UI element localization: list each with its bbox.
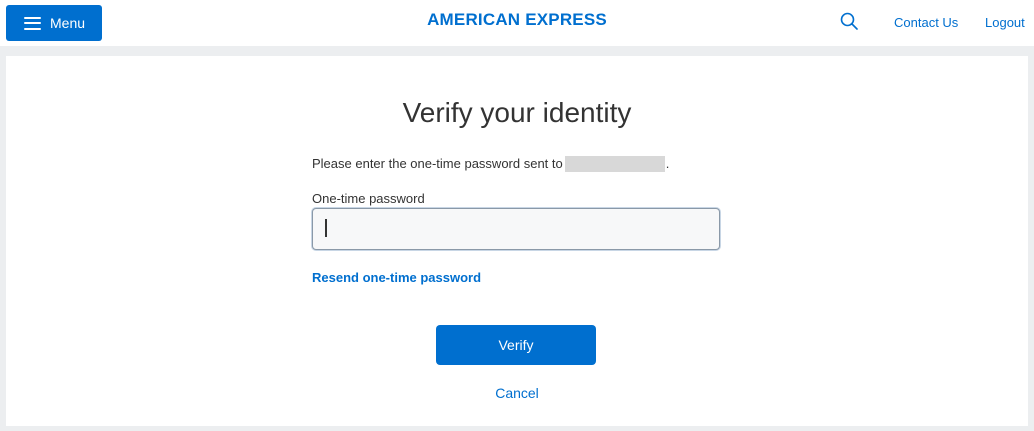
instruction-suffix: . (665, 156, 670, 171)
resend-otp-link[interactable]: Resend one-time password (312, 270, 481, 285)
verification-card: Verify your identity Please enter the on… (6, 56, 1028, 426)
verify-button[interactable]: Verify (436, 325, 596, 365)
search-icon[interactable] (840, 12, 858, 30)
logout-link[interactable]: Logout (985, 15, 1025, 30)
top-header: Menu AMERICAN EXPRESS Contact Us Logout (0, 0, 1034, 46)
american-express-logo: AMERICAN EXPRESS (427, 10, 607, 29)
contact-us-link[interactable]: Contact Us (894, 15, 958, 30)
instruction-text: Please enter the one-time password sent … (312, 156, 669, 172)
otp-field-label: One-time password (312, 191, 425, 206)
text-caret (325, 219, 327, 237)
page-title: Verify your identity (402, 97, 632, 128)
redacted-contact (564, 156, 665, 172)
cancel-link[interactable]: Cancel (495, 385, 539, 401)
instruction-prefix: Please enter the one-time password sent … (312, 156, 563, 171)
cancel-row: Cancel (6, 385, 1028, 401)
otp-input[interactable] (312, 208, 720, 250)
